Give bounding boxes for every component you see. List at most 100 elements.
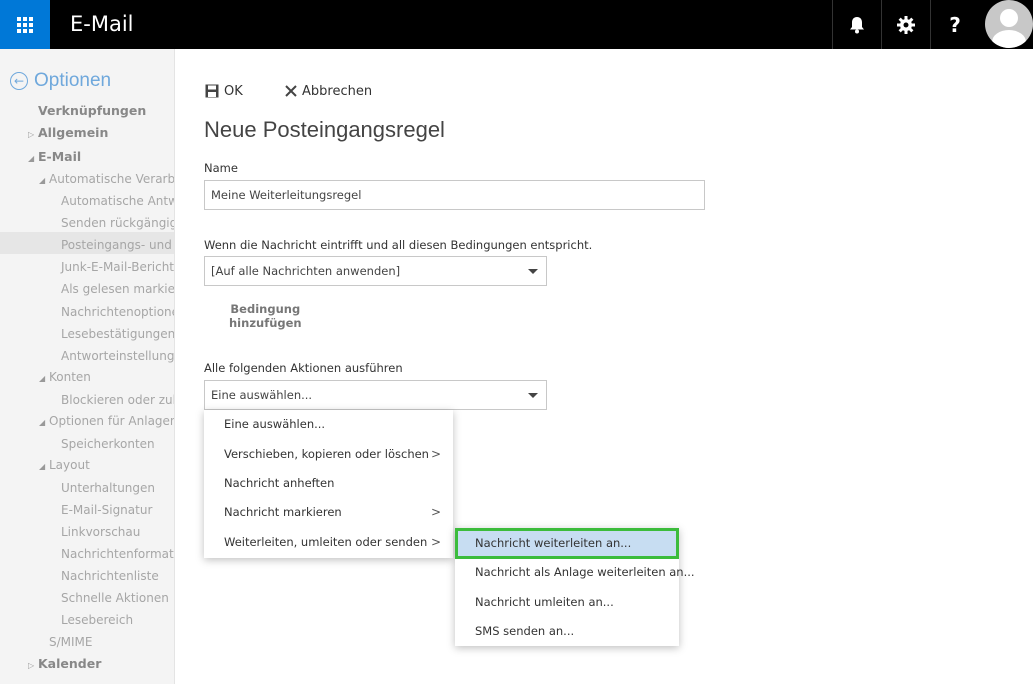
expand-triangle-icon: ▷ <box>28 661 35 670</box>
sidebar-item-label: Konten <box>49 370 91 384</box>
condition-select[interactable]: [Auf alle Nachrichten anwenden] <box>204 256 547 286</box>
menu-item-label: Eine auswählen... <box>224 417 326 431</box>
sidebar-item-layout[interactable]: ◢ Layout <box>39 456 90 474</box>
sidebar-item-calendar[interactable]: ▷ Kalender <box>28 655 101 673</box>
sidebar-item-reading-pane[interactable]: Lesebereich <box>61 611 133 629</box>
ok-button[interactable]: OK <box>205 81 243 101</box>
collapse-triangle-icon: ◢ <box>39 462 46 471</box>
collapse-triangle-icon: ◢ <box>28 154 35 163</box>
chevron-down-icon <box>528 269 538 274</box>
settings-button[interactable] <box>881 0 930 49</box>
sidebar-item-undo-send[interactable]: Senden rückgängig machen <box>61 214 174 232</box>
sidebar-item-label: Automatische Verarbeitung <box>49 172 175 186</box>
ok-label: OK <box>224 83 243 99</box>
gear-icon <box>897 15 915 34</box>
notifications-button[interactable] <box>832 0 881 49</box>
menu-item-send-sms[interactable]: SMS senden an... <box>455 617 679 646</box>
menu-item-label: Nachricht umleiten an... <box>475 595 614 609</box>
action-select-value: Eine auswählen... <box>211 388 313 402</box>
cancel-button[interactable]: Abbrechen <box>285 81 372 101</box>
top-bar: E-Mail ? <box>0 0 1033 49</box>
sidebar-item-attachment-options[interactable]: ◢ Optionen für Anlagen <box>39 412 175 430</box>
save-icon <box>205 84 219 98</box>
sidebar-item-label: Optionen für Anlagen <box>49 414 175 428</box>
app-launcher-button[interactable] <box>0 0 50 49</box>
menu-item-select-one[interactable]: Eine auswählen... <box>204 410 453 439</box>
action-dropdown-menu: Eine auswählen... Verschieben, kopieren … <box>204 410 453 558</box>
chevron-right-icon: > <box>430 535 441 549</box>
add-condition-label-line2: hinzufügen <box>229 316 302 330</box>
sidebar-item-label: Kalender <box>38 656 102 671</box>
collapse-triangle-icon: ◢ <box>39 374 46 383</box>
page-title: Neue Posteingangsregel <box>204 117 445 142</box>
sidebar-item-shortcuts[interactable]: Verknüpfungen <box>38 102 146 120</box>
sidebar-item-general[interactable]: ▷ Allgemein <box>28 124 108 142</box>
forward-submenu: Nachricht weiterleiten an... Nachricht a… <box>455 528 695 646</box>
back-arrow-icon: ← <box>10 72 28 90</box>
options-sidebar: ← Optionen Verknüpfungen ▷ Allgemein ◢ E-M… <box>0 49 175 684</box>
sidebar-item-accounts[interactable]: ◢ Konten <box>39 368 91 386</box>
bell-icon <box>850 16 864 33</box>
menu-item-label: Weiterleiten, umleiten oder senden <box>224 535 428 549</box>
menu-item-label: Nachricht anheften <box>224 476 335 490</box>
chevron-right-icon: > <box>430 447 441 461</box>
sidebar-item-conversations[interactable]: Unterhaltungen <box>61 479 155 497</box>
sidebar-item-message-format[interactable]: Nachrichtenformat <box>61 545 174 563</box>
menu-item-forward-redirect-send[interactable]: Weiterleiten, umleiten oder senden > <box>204 528 453 557</box>
sidebar-item-junk-reporting[interactable]: Junk-E-Mail-Berichterstattung <box>61 258 174 276</box>
expand-triangle-icon: ▷ <box>28 130 35 139</box>
sidebar-item-quick-actions[interactable]: Schnelle Aktionen <box>61 589 169 607</box>
sidebar-item-mark-as-read[interactable]: Als gelesen markieren <box>61 280 174 298</box>
menu-item-mark-message[interactable]: Nachricht markieren > <box>204 498 453 527</box>
sidebar-item-email-signature[interactable]: E-Mail-Signatur <box>61 501 152 519</box>
action-select[interactable]: Eine auswählen... <box>204 380 547 410</box>
add-condition-label-line1: Bedingung <box>230 302 301 316</box>
rule-name-input[interactable]: Meine Weiterleitungsregel <box>204 180 705 210</box>
options-label: Optionen <box>34 70 112 91</box>
chevron-right-icon: > <box>430 505 441 519</box>
sidebar-item-label: Verknüpfungen <box>38 103 147 118</box>
condition-label: Wenn die Nachricht eintrifft und all die… <box>204 238 593 252</box>
avatar[interactable] <box>983 0 1033 49</box>
menu-item-move-copy-delete[interactable]: Verschieben, kopieren oder löschen > <box>204 440 453 469</box>
menu-item-label: Nachricht weiterleiten an... <box>475 536 632 550</box>
sidebar-item-label: Allgemein <box>38 125 109 140</box>
name-label: Name <box>204 161 238 175</box>
menu-item-forward-message-to[interactable]: Nachricht weiterleiten an... <box>455 528 679 559</box>
menu-item-label: Nachricht als Anlage weiterleiten an... <box>475 565 695 579</box>
add-condition-button[interactable]: Bedingung hinzufügen <box>229 302 302 330</box>
sidebar-item-inbox-rules[interactable]: Posteingangs- und Aufräumregeln <box>61 236 174 254</box>
app-title: E-Mail <box>70 12 134 36</box>
sidebar-item-reply-settings[interactable]: Antworteinstellungen <box>61 347 174 365</box>
sidebar-item-storage-accounts[interactable]: Speicherkonten <box>61 435 155 453</box>
sidebar-item-block-or-allow[interactable]: Blockieren oder zulassen <box>61 391 174 409</box>
menu-item-label: Verschieben, kopieren oder löschen <box>224 447 429 461</box>
help-button[interactable]: ? <box>930 0 979 49</box>
menu-item-pin-message[interactable]: Nachricht anheften <box>204 469 453 498</box>
menu-item-redirect-message[interactable]: Nachricht umleiten an... <box>455 588 679 617</box>
menu-item-forward-as-attachment[interactable]: Nachricht als Anlage weiterleiten an... <box>455 558 695 587</box>
sidebar-item-automatic-processing[interactable]: ◢Automatische Verarbeitung <box>39 170 175 188</box>
menu-item-label: Nachricht markieren <box>224 505 342 519</box>
sidebar-item-message-list[interactable]: Nachrichtenliste <box>61 567 159 585</box>
collapse-triangle-icon: ◢ <box>39 418 46 427</box>
actions-label: Alle folgenden Aktionen ausführen <box>204 361 403 375</box>
back-to-options-button[interactable]: ← Optionen <box>10 69 111 93</box>
sidebar-item-read-receipts[interactable]: Lesebestätigungen <box>61 325 174 343</box>
collapse-triangle-icon: ◢ <box>39 176 46 185</box>
cancel-label: Abbrechen <box>302 83 373 99</box>
user-icon <box>985 0 1033 48</box>
chevron-down-icon <box>528 393 538 398</box>
menu-item-label: SMS senden an... <box>475 624 575 638</box>
sidebar-item-label: E-Mail <box>38 149 82 164</box>
sidebar-item-label: Layout <box>49 458 90 472</box>
sidebar-item-automatic-replies[interactable]: Automatische Antworten <box>61 192 174 210</box>
waffle-icon <box>17 16 33 33</box>
sidebar-item-email[interactable]: ◢ E-Mail <box>28 148 81 166</box>
sidebar-item-message-options[interactable]: Nachrichtenoptionen <box>61 303 174 321</box>
sidebar-item-link-preview[interactable]: Linkvorschau <box>61 523 140 541</box>
condition-select-value: [Auf alle Nachrichten anwenden] <box>211 264 401 278</box>
question-mark-icon: ? <box>949 12 961 37</box>
close-icon <box>285 85 297 97</box>
sidebar-item-smime[interactable]: S/MIME <box>49 633 93 651</box>
